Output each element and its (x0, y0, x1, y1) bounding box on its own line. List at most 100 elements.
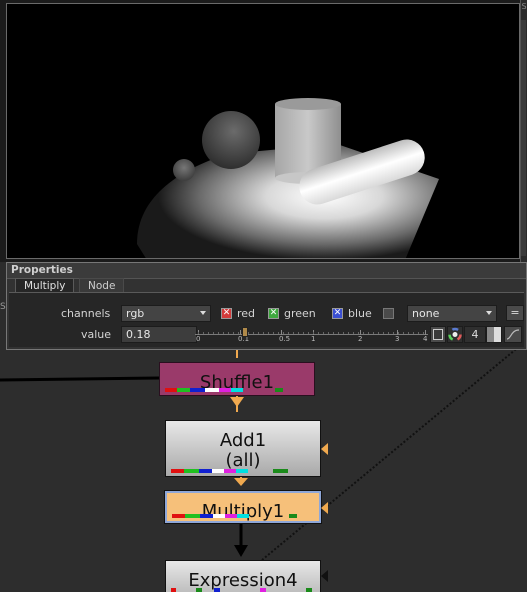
slider-minor-tick (363, 332, 364, 334)
slider-minor-tick (418, 332, 419, 334)
channels-dropdown[interactable]: rgb (121, 305, 211, 322)
channel-count-button[interactable]: 4 (464, 326, 486, 343)
slider-minor-tick (323, 332, 324, 334)
slider-minor-tick (398, 332, 399, 334)
red-checkbox[interactable]: ✕ (221, 308, 232, 319)
color-wheel-button[interactable] (447, 326, 463, 343)
left-edge-label: S (0, 302, 6, 312)
slider-minor-tick (218, 332, 219, 334)
slider-minor-tick (303, 332, 304, 334)
slider-minor-tick (283, 332, 284, 334)
value-input[interactable]: 0.18 (121, 326, 197, 343)
slider-tick-label: 1 (311, 335, 316, 343)
properties-panel: Properties Multiply Node channels rgb ✕ … (6, 262, 527, 350)
slider-minor-tick (403, 332, 404, 334)
node-channel-swatches (165, 388, 283, 392)
slider-minor-tick (378, 332, 379, 334)
viewer-scrollbar[interactable] (520, 0, 527, 262)
mask-dropdown[interactable]: none (407, 305, 497, 322)
green-checkbox[interactable]: ✕ (268, 308, 279, 319)
value-slider[interactable]: 0 0.1 0.5 1 2 3 4 (195, 326, 428, 344)
red-label: red (237, 307, 256, 320)
node-channel-swatches (171, 469, 288, 473)
node-shuffle1[interactable]: Shuffle1 (159, 362, 315, 396)
slider-tick-label: 0.5 (279, 335, 291, 343)
slider-minor-tick (348, 332, 349, 334)
node-graph[interactable]: Shuffle1 Add1 (all) Multiply1 Expression… (0, 350, 527, 592)
node-add1-sublabel: (all) (225, 450, 261, 471)
chevron-down-icon (200, 311, 206, 315)
slider-tick-label: 2 (358, 335, 363, 343)
pipe-arrow (230, 397, 244, 407)
slider-minor-tick (383, 332, 384, 334)
channels-label: channels (61, 307, 111, 320)
depth-render (7, 4, 519, 258)
slider-minor-tick (248, 332, 249, 334)
slider-minor-tick (228, 332, 229, 334)
slider-tick-label: 3 (395, 335, 400, 343)
slider-minor-tick (353, 332, 354, 334)
color-wheel-icon (448, 327, 462, 342)
value-label: value (81, 328, 112, 341)
slider-minor-tick (288, 332, 289, 334)
slider-minor-tick (233, 332, 234, 334)
node-add1-label: Add1 (219, 430, 267, 451)
node-expression4[interactable]: Expression4 (165, 560, 321, 592)
slider-minor-tick (338, 332, 339, 334)
slider-minor-tick (198, 332, 199, 334)
pipe-arrow (321, 570, 328, 582)
slider-minor-tick (333, 332, 334, 334)
slider-minor-tick (343, 332, 344, 334)
slider-minor-tick (373, 332, 374, 334)
curve-button[interactable] (504, 326, 522, 343)
slider-minor-tick (293, 332, 294, 334)
channels-value: rgb (126, 307, 145, 320)
slider-minor-tick (388, 332, 389, 334)
curve-icon (506, 329, 520, 340)
slider-minor-tick (368, 332, 369, 334)
alpha-checkbox[interactable] (383, 308, 394, 319)
viewer-image[interactable] (6, 3, 520, 259)
slider-minor-tick (308, 332, 309, 334)
pipe-arrow (321, 502, 328, 514)
blue-label: blue (348, 307, 372, 320)
blue-checkbox[interactable]: ✕ (332, 308, 343, 319)
slider-minor-tick (203, 332, 204, 334)
slider-minor-tick (263, 332, 264, 334)
viewer-corner-label: S (521, 2, 527, 11)
properties-title: Properties (7, 263, 526, 279)
slider-minor-tick (223, 332, 224, 334)
slider-minor-tick (238, 332, 239, 334)
node-channel-swatches (171, 588, 312, 592)
tab-multiply[interactable]: Multiply (15, 278, 75, 293)
chevron-down-icon (486, 311, 492, 315)
slider-minor-tick (258, 332, 259, 334)
slider-minor-tick (208, 332, 209, 334)
slider-minor-tick (313, 332, 314, 334)
slider-handle[interactable] (242, 327, 248, 337)
pipe-arrow (321, 443, 328, 455)
node-multiply1[interactable]: Multiply1 (164, 490, 322, 524)
slider-minor-tick (278, 332, 279, 334)
slider-minor-tick (393, 332, 394, 334)
slider-minor-tick (328, 332, 329, 334)
viewer-panel: S (0, 0, 527, 262)
green-label: green (284, 307, 316, 320)
slider-minor-tick (298, 332, 299, 334)
tab-node[interactable]: Node (79, 278, 125, 293)
split-channels-button[interactable] (486, 326, 502, 343)
color-swatch-button[interactable] (430, 326, 446, 343)
node-add1[interactable]: Add1 (all) (165, 420, 321, 477)
node-channel-swatches (172, 514, 297, 518)
slider-tick-label: 4 (423, 335, 428, 343)
node-multiply1-label: Multiply1 (201, 501, 285, 522)
slider-minor-tick (213, 332, 214, 334)
slider-minor-tick (268, 332, 269, 334)
slider-minor-tick (408, 332, 409, 334)
properties-body: channels rgb ✕ red ✕ green ✕ blue none =… (9, 292, 524, 347)
slider-minor-tick (253, 332, 254, 334)
slider-minor-tick (413, 332, 414, 334)
link-equals-button[interactable]: = (506, 305, 524, 321)
slider-minor-tick (318, 332, 319, 334)
slider-tick-label: 0 (196, 335, 201, 343)
